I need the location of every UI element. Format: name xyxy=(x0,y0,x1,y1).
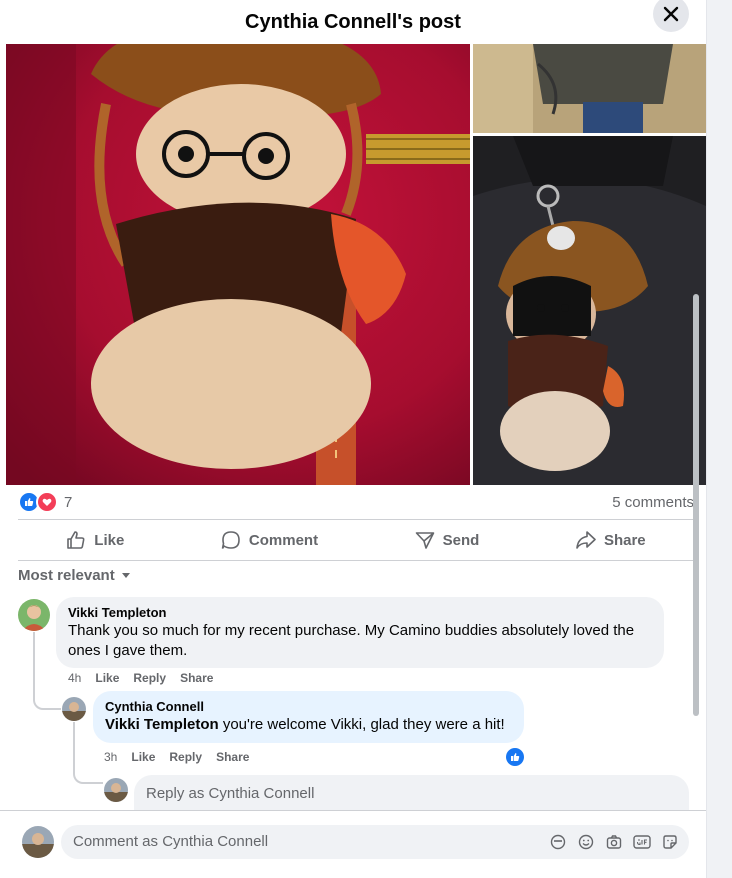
like-button[interactable]: Like xyxy=(54,524,136,556)
sort-label: Most relevant xyxy=(18,566,115,584)
comment-icon xyxy=(221,531,240,549)
reaction-count: 7 xyxy=(64,493,73,511)
like-label: Like xyxy=(94,531,125,549)
reply-text: Vikki Templeton you're welcome Vikki, gl… xyxy=(105,715,512,735)
send-label: Send xyxy=(442,531,480,549)
reply-reply-button[interactable]: Reply xyxy=(169,750,202,764)
photo-backpack[interactable] xyxy=(473,44,706,133)
photo-grid xyxy=(6,44,706,485)
reactions-summary: 7 5 comments xyxy=(18,490,694,514)
camera-icon[interactable] xyxy=(605,833,623,851)
comment-bubble: Vikki Templeton Thank you so much for my… xyxy=(56,597,664,668)
send-button[interactable]: Send xyxy=(403,524,492,556)
reply-share-button[interactable]: Share xyxy=(216,750,249,764)
comment-share-button[interactable]: Share xyxy=(180,671,213,685)
scrollbar[interactable] xyxy=(693,294,699,716)
comment-input[interactable]: Comment as Cynthia Connell xyxy=(61,825,689,859)
close-button[interactable] xyxy=(653,0,689,32)
divider-top xyxy=(18,519,694,520)
comment-time[interactable]: 4h xyxy=(68,671,81,685)
comment-reply-button[interactable]: Reply xyxy=(133,671,166,685)
comment-text: Thank you so much for my recent purchase… xyxy=(68,622,635,659)
composer-tools xyxy=(549,833,679,851)
modal-header: Cynthia Connell's post xyxy=(0,0,706,44)
reply-composer-avatar[interactable] xyxy=(104,778,128,802)
reply-like-button[interactable]: Like xyxy=(131,750,155,764)
reply-body: you're welcome Vikki, glad they were a h… xyxy=(218,716,505,733)
comment-label: Comment xyxy=(248,531,319,549)
comment-input-placeholder: Comment as Cynthia Connell xyxy=(73,833,269,850)
avatar-vikki-templeton[interactable] xyxy=(18,599,50,631)
reply-like-reaction-icon[interactable] xyxy=(504,746,526,768)
photo-crochet-doll-red-bag[interactable] xyxy=(6,44,470,485)
comment-like-button[interactable]: Like xyxy=(95,671,119,685)
thread-connector xyxy=(33,632,61,710)
reply-input[interactable]: Reply as Cynthia Connell xyxy=(134,775,689,811)
share-icon xyxy=(576,531,596,549)
love-reaction-icon xyxy=(36,491,58,513)
reply-time[interactable]: 3h xyxy=(104,750,117,764)
chevron-down-icon xyxy=(121,573,130,578)
reply-mention[interactable]: Vikki Templeton xyxy=(105,716,219,733)
post-modal: Cynthia Connell's post 7 5 comments Like… xyxy=(0,0,706,878)
post-title: Cynthia Connell's post xyxy=(245,10,461,33)
gif-icon[interactable] xyxy=(633,833,651,851)
reaction-icons[interactable]: 7 xyxy=(18,491,72,513)
post-actions: Like Comment Send Share xyxy=(18,521,694,559)
comment-author[interactable]: Vikki Templeton xyxy=(68,605,652,621)
send-icon xyxy=(415,532,434,549)
sort-dropdown[interactable]: Most relevant xyxy=(18,565,131,585)
sticker-icon[interactable] xyxy=(661,833,679,851)
background-overlay xyxy=(706,0,732,878)
photo-crochet-doll-keychain[interactable] xyxy=(473,136,706,485)
composer-avatar[interactable] xyxy=(22,826,54,858)
thumbs-up-icon xyxy=(67,531,85,549)
emoji-icon[interactable] xyxy=(577,833,595,851)
reply-author[interactable]: Cynthia Connell xyxy=(105,699,512,715)
avatar-cynthia-connell[interactable] xyxy=(62,697,86,721)
reply-thread-connector xyxy=(73,722,103,784)
reply-meta: 3h Like Reply Share xyxy=(104,750,249,764)
divider-bottom xyxy=(18,560,694,561)
close-icon xyxy=(663,6,679,22)
comment-button[interactable]: Comment xyxy=(209,524,330,556)
comments-count[interactable]: 5 comments xyxy=(612,494,694,511)
avatar-sticker-icon[interactable] xyxy=(549,833,567,851)
comment-meta: 4h Like Reply Share xyxy=(68,671,213,685)
share-label: Share xyxy=(603,531,646,549)
reply-bubble: Cynthia Connell Vikki Templeton you're w… xyxy=(93,691,524,743)
share-button[interactable]: Share xyxy=(564,524,658,556)
